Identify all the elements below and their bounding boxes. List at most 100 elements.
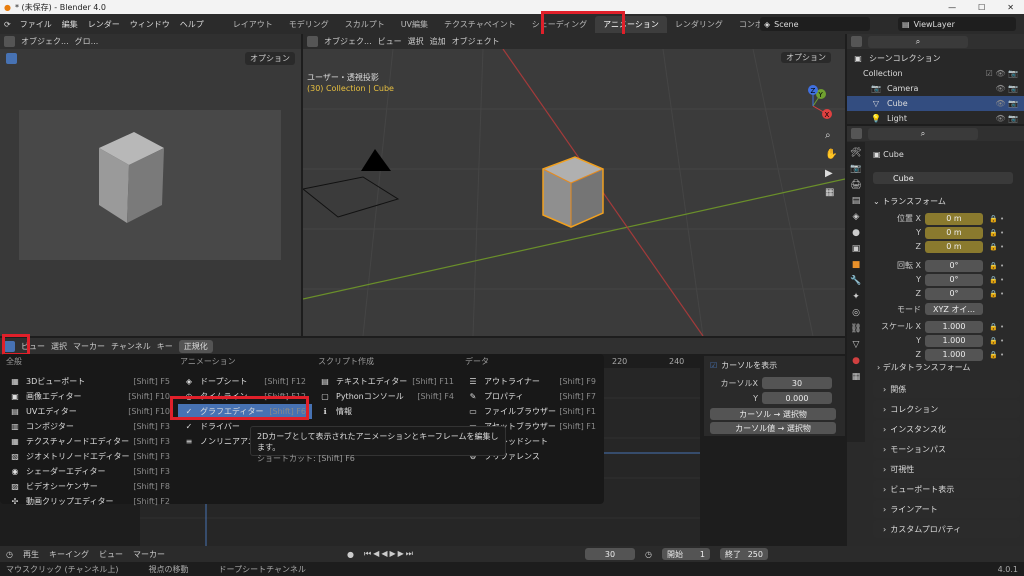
editor-menu-item[interactable]: ▢ Pythonコンソール [Shift] F4 xyxy=(314,389,460,404)
marker-menu[interactable]: マーカー xyxy=(133,549,165,560)
camera-view-icon[interactable]: ▶ xyxy=(825,168,837,179)
editor-menu-item[interactable]: ▥ コンポジター [Shift] F3 xyxy=(4,419,176,434)
blender-menu-icon[interactable]: ⟳ xyxy=(4,20,11,29)
outliner-item-light[interactable]: 💡 Light 👁 📷 xyxy=(847,111,1024,126)
editor-menu-item[interactable]: ◈ ドープシート [Shift] F12 xyxy=(178,374,312,389)
view-layer-tab-icon[interactable]: ▤ xyxy=(852,196,861,206)
particles-tab-icon[interactable]: ✦ xyxy=(852,292,860,302)
pan-hand-icon[interactable]: ✋ xyxy=(825,149,837,160)
scale-value-field[interactable]: 1.000 xyxy=(925,320,983,333)
navigation-gizmo[interactable]: X Y Z xyxy=(791,84,835,128)
property-section[interactable]: › ラインアート xyxy=(873,500,1020,518)
rot-value-field[interactable]: 0° xyxy=(925,273,983,286)
property-section[interactable]: › インスタンス化 xyxy=(873,420,1020,438)
scene-selector[interactable]: ◈ Scene xyxy=(760,17,870,31)
viewport-options-button[interactable]: オプション xyxy=(781,52,831,63)
lock-icon[interactable]: 🔒 • xyxy=(989,337,1004,345)
editor-menu-item[interactable]: ▧ ジオメトリノードエディター [Shift] F3 xyxy=(4,449,176,464)
editor-menu-item[interactable]: ▦ テクスチャノードエディター [Shift] F3 xyxy=(4,434,176,449)
lock-icon[interactable]: 🔒 • xyxy=(989,262,1004,270)
add-menu[interactable]: 追加 xyxy=(430,36,446,47)
lock-icon[interactable]: 🔒 • xyxy=(989,351,1004,359)
key-menu[interactable]: キー xyxy=(157,341,173,352)
properties-search[interactable]: ⌕ xyxy=(868,127,978,140)
editor-menu-item[interactable]: ▭ ファイルブラウザー [Shift] F1 xyxy=(462,404,602,419)
3d-viewport[interactable]: オブジェク... ビュー 選択 追加 オブジェクト ユーザー・透視投影 (30)… xyxy=(303,34,845,336)
maximize-icon[interactable]: ☐ xyxy=(978,3,985,12)
view-menu[interactable]: ビュー xyxy=(378,36,402,47)
close-icon[interactable]: ✕ xyxy=(1007,3,1014,12)
modifier-tab-icon[interactable]: 🔧 xyxy=(850,276,861,286)
editor-type-button[interactable] xyxy=(4,340,15,352)
lock-icon[interactable]: 🔒 • xyxy=(989,323,1004,331)
view-menu[interactable]: ビュー xyxy=(99,549,123,560)
data-tab-icon[interactable]: ▽ xyxy=(853,340,860,350)
end-frame-field[interactable]: 終了 250 xyxy=(719,548,768,560)
cursor-to-selected-button[interactable]: カーソル → 選択物 xyxy=(710,408,836,420)
object-tab-icon[interactable]: ■ xyxy=(852,260,861,270)
collection-row[interactable]: Collection ☑ 👁 📷 xyxy=(847,66,1024,81)
keying-menu[interactable]: キーイング xyxy=(49,549,89,560)
lock-icon[interactable]: 🔒 • xyxy=(989,215,1004,223)
visibility-icons[interactable]: 👁 📷 xyxy=(995,84,1024,93)
outliner-item-cube[interactable]: ▽ Cube 👁 📷 xyxy=(847,96,1024,111)
editor-menu-item[interactable]: ✣ 動画クリップエディター [Shift] F2 xyxy=(4,494,176,509)
physics-tab-icon[interactable]: ◎ xyxy=(852,308,860,318)
show-cursor-row[interactable]: ☑ カーソルを表示 xyxy=(704,356,845,375)
workspace-tab[interactable]: スカルプト xyxy=(337,16,393,33)
collection-tab-icon[interactable]: ▣ xyxy=(852,244,861,254)
select-mode-icon[interactable] xyxy=(6,52,17,64)
editor-type-icon[interactable] xyxy=(851,128,862,139)
visibility-icons[interactable]: ☑ 👁 📷 xyxy=(986,69,1024,78)
object-menu[interactable]: オブジェクト xyxy=(452,36,500,47)
normalize-toggle[interactable]: 正規化 xyxy=(178,339,213,353)
editor-menu-item[interactable]: ▦ 3Dビューポート [Shift] F5 xyxy=(4,374,176,389)
visibility-icons[interactable]: 👁 📷 xyxy=(995,114,1024,123)
scene-collection-row[interactable]: ▣ シーンコレクション xyxy=(847,51,1024,66)
channel-menu[interactable]: チャンネル xyxy=(111,341,151,352)
grid-ortho-icon[interactable]: ▦ xyxy=(825,187,837,198)
editor-menu-item[interactable]: ℹ 情報 xyxy=(314,404,460,419)
cursor-value-to-selected-button[interactable]: カーソル値 → 選択物 xyxy=(710,422,836,434)
property-section[interactable]: › ビューポート表示 xyxy=(873,480,1020,498)
editor-menu-item[interactable]: ▤ UVエディター [Shift] F10 xyxy=(4,404,176,419)
workspace-tab[interactable]: シェーディング xyxy=(524,16,595,33)
editor-menu-item[interactable]: ◷ タイムライン [Shift] F12 xyxy=(178,389,312,404)
menu-item[interactable]: 編集 xyxy=(62,20,78,29)
lock-icon[interactable]: 🔒 • xyxy=(989,229,1004,237)
view-layer-selector[interactable]: ▤ ViewLayer xyxy=(898,17,1016,31)
menu-item[interactable]: レンダー xyxy=(88,20,120,29)
camera-mode-label[interactable]: オブジェク... xyxy=(21,36,69,47)
constraints-tab-icon[interactable]: ⛓ xyxy=(850,324,861,334)
editor-menu-item[interactable]: ◉ シェーダーエディター [Shift] F3 xyxy=(4,464,176,479)
editor-type-icon[interactable] xyxy=(851,36,862,47)
lock-icon[interactable]: 🔒 • xyxy=(989,243,1004,251)
editor-menu-item[interactable]: ▨ ビデオシーケンサー [Shift] F8 xyxy=(4,479,176,494)
rot-value-field[interactable]: 0° xyxy=(925,287,983,300)
workspace-tab[interactable]: アニメーション xyxy=(595,15,667,33)
workspace-tab[interactable]: テクスチャペイント xyxy=(436,16,524,33)
lock-icon[interactable]: 🔒 • xyxy=(989,276,1004,284)
property-section[interactable]: › 関係 xyxy=(873,380,1020,398)
start-frame-field[interactable]: 開始 1 xyxy=(661,548,710,560)
playback-menu[interactable]: 再生 xyxy=(23,549,39,560)
current-frame-field[interactable]: 30 xyxy=(584,548,635,560)
playback-controls[interactable]: ⏮◀◀▶▶⏭ xyxy=(364,549,415,559)
marker-menu[interactable]: マーカー xyxy=(73,341,105,352)
zoom-icon[interactable]: ⌕ xyxy=(825,130,837,141)
output-tab-icon[interactable]: 🖨 xyxy=(850,180,861,190)
render-tab-icon[interactable]: 📷 xyxy=(850,164,861,174)
lock-icon[interactable]: 🔒 • xyxy=(989,290,1004,298)
workspace-tab[interactable]: レイアウト xyxy=(225,16,281,33)
property-section[interactable]: › コレクション xyxy=(873,400,1020,418)
transform-panel-title[interactable]: ⌄ トランスフォーム xyxy=(873,196,946,207)
menu-item[interactable]: ファイル xyxy=(20,20,52,29)
loc-value-field[interactable]: 0 m xyxy=(925,240,983,253)
record-icon[interactable]: ● xyxy=(347,550,354,559)
menu-item[interactable]: ウィンドウ xyxy=(130,20,170,29)
property-section[interactable]: › モーションパス xyxy=(873,440,1020,458)
editor-type-icon[interactable] xyxy=(4,36,15,47)
workspace-tab[interactable]: モデリング xyxy=(281,16,337,33)
world-tab-icon[interactable]: ● xyxy=(852,228,860,238)
select-menu[interactable]: 選択 xyxy=(51,341,67,352)
